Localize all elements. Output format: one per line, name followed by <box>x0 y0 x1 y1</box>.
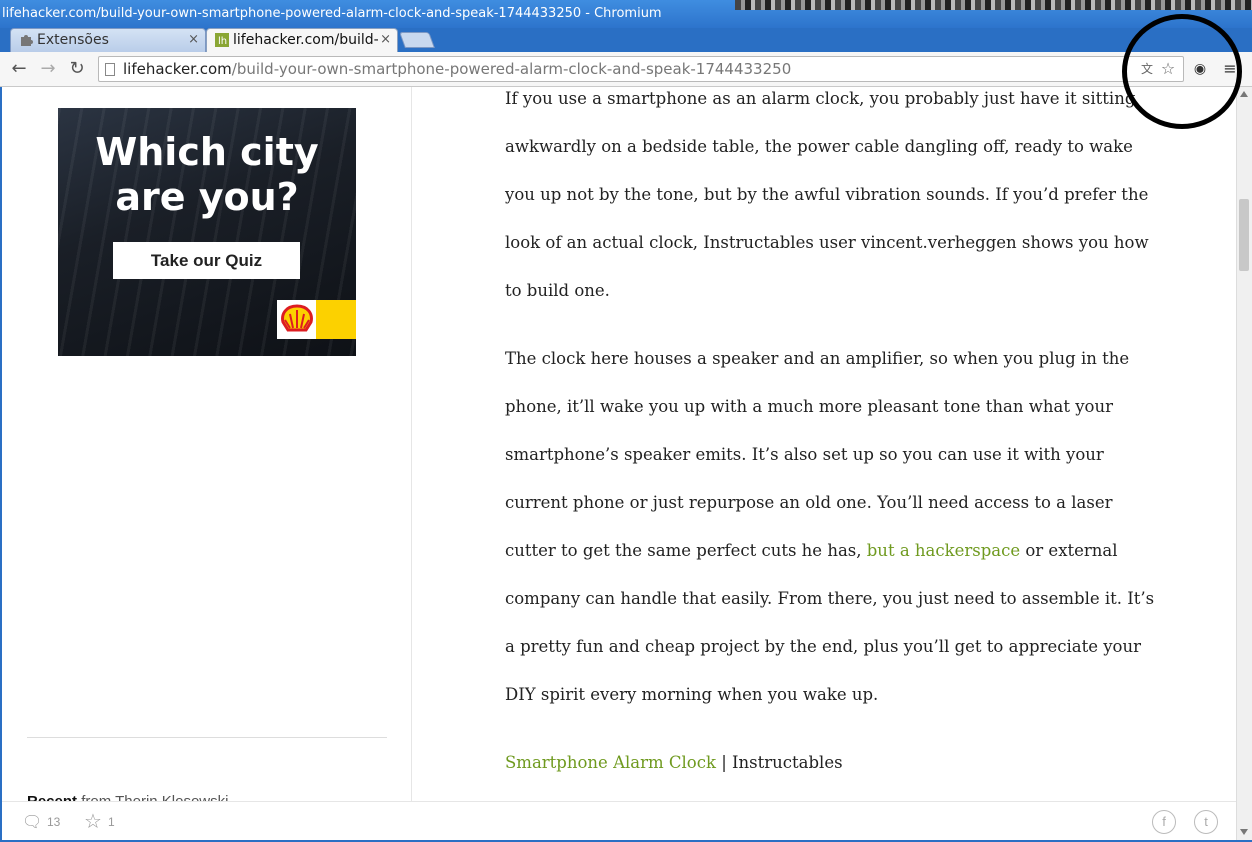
left-sidebar: Which city are you? Take our Quiz Recent… <box>2 87 412 840</box>
tab-strip: Extensões × lh lifehacker.com/build- × <box>0 28 1252 52</box>
window-title: lifehacker.com/build-your-own-smartphone… <box>2 6 662 21</box>
new-tab-button[interactable] <box>399 32 435 48</box>
window-titlebar: lifehacker.com/build-your-own-smartphone… <box>0 0 1252 28</box>
smartphone-alarm-clock-link[interactable]: Smartphone Alarm Clock <box>505 753 716 772</box>
tab-label: lifehacker.com/build- <box>233 32 379 48</box>
tab-label: Extensões <box>37 32 109 48</box>
comments-count: 13 <box>47 815 61 829</box>
lifehacker-favicon: lh <box>215 33 229 47</box>
stars-count: 1 <box>108 815 115 829</box>
star-icon[interactable]: ☆ <box>84 809 102 833</box>
tab-close-icon[interactable]: × <box>380 29 391 51</box>
page-icon <box>105 63 115 76</box>
puzzle-icon <box>21 35 33 46</box>
paragraph-text: or external company can handle that easi… <box>505 541 1155 704</box>
scrollbar-thumb[interactable] <box>1239 199 1249 271</box>
comment-bubble-icon[interactable]: 🗨 <box>22 812 42 831</box>
source-site: Instructables <box>732 753 843 772</box>
address-bar[interactable]: lifehacker.com/build-your-own-smartphone… <box>98 56 1184 82</box>
tab-lifehacker[interactable]: lh lifehacker.com/build- × <box>206 28 398 52</box>
forward-arrow-icon[interactable]: → <box>37 59 59 79</box>
ad-headline-line1: Which city <box>95 130 319 174</box>
article-footer-bar: 🗨 13 ☆ 1 f t <box>2 801 1236 840</box>
menu-hamburger-icon[interactable]: ≡ <box>1221 60 1239 78</box>
take-quiz-button[interactable]: Take our Quiz <box>113 242 300 279</box>
desktop-background-strip <box>735 0 1252 10</box>
tab-extensions[interactable]: Extensões × <box>10 28 206 52</box>
article-body: If you use a smartphone as an alarm cloc… <box>505 87 1155 807</box>
shell-logo-icon <box>281 304 313 332</box>
ad-headline: Which city are you? <box>58 130 356 220</box>
twitter-icon[interactable]: t <box>1194 810 1218 834</box>
tab-close-icon[interactable]: × <box>188 29 199 51</box>
article-source-line: Smartphone Alarm Clock | Instructables <box>505 739 1155 787</box>
hackerspace-link[interactable]: but a hackerspace <box>867 541 1020 560</box>
scroll-up-arrow-icon[interactable] <box>1240 91 1248 97</box>
scroll-down-arrow-icon[interactable] <box>1240 829 1248 835</box>
url-host: lifehacker.com <box>123 60 232 78</box>
svg-text:lh: lh <box>218 36 227 47</box>
vertical-scrollbar[interactable] <box>1236 87 1252 840</box>
paragraph-text: The clock here houses a speaker and an a… <box>505 349 1130 560</box>
back-arrow-icon[interactable]: ← <box>8 59 30 79</box>
sidebar-divider <box>27 737 387 738</box>
browser-toolbar: ← → ↻ lifehacker.com/build-your-own-smar… <box>0 52 1252 87</box>
translate-icon[interactable]: 文 <box>1138 60 1156 78</box>
eye-extension-icon[interactable]: ◉ <box>1191 60 1209 78</box>
reload-icon[interactable]: ↻ <box>66 59 88 79</box>
article-paragraph-1: If you use a smartphone as an alarm cloc… <box>505 89 1149 300</box>
url-text[interactable]: lifehacker.com/build-your-own-smartphone… <box>123 60 791 78</box>
url-path: /build-your-own-smartphone-powered-alarm… <box>231 60 792 78</box>
bookmark-star-icon[interactable]: ☆ <box>1159 60 1177 78</box>
ad-headline-line2: are you? <box>115 175 299 219</box>
shell-ad-banner[interactable]: Which city are you? Take our Quiz <box>58 108 356 356</box>
article-paragraph-2: The clock here houses a speaker and an a… <box>505 335 1155 719</box>
facebook-icon[interactable]: f <box>1152 810 1176 834</box>
source-separator: | <box>715 753 733 772</box>
page-viewport: Which city are you? Take our Quiz Recent… <box>2 87 1236 840</box>
